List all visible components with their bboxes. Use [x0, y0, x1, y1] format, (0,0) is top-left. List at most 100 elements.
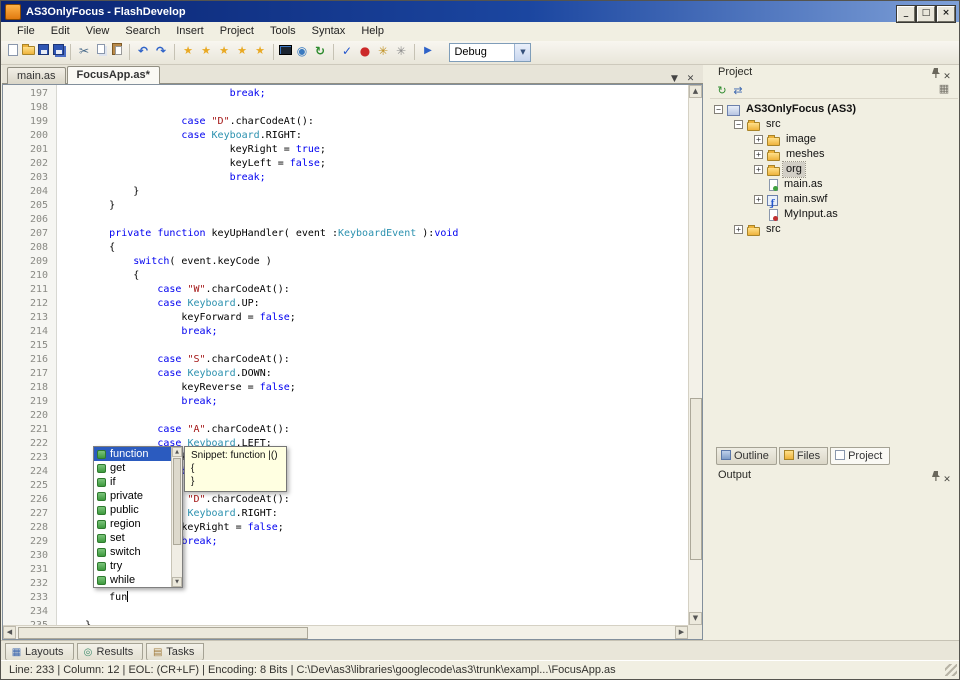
code-line[interactable]: keyRight = true;: [61, 143, 688, 157]
gutter-line-number[interactable]: 227: [3, 507, 56, 521]
sync-project-icon[interactable]: ⇄: [730, 83, 746, 99]
redo-icon[interactable]: ↷: [153, 43, 169, 59]
code-line[interactable]: case Keyboard.RIGHT:: [61, 129, 688, 143]
completion-item-function[interactable]: function: [94, 447, 171, 461]
gutter-line-number[interactable]: 207: [3, 227, 56, 241]
gutter-line-number[interactable]: 231: [3, 563, 56, 577]
code-line[interactable]: case Keyboard.DOWN:: [61, 367, 688, 381]
tree-item-meshes[interactable]: +meshes: [710, 147, 958, 162]
dock-tab-results[interactable]: ◎Results: [77, 643, 144, 661]
code-line[interactable]: private function keyUpHandler( event :Ke…: [61, 227, 688, 241]
gutter-line-number[interactable]: 211: [3, 283, 56, 297]
run-project-icon[interactable]: ▶: [420, 43, 436, 59]
save-file-icon[interactable]: [38, 44, 49, 55]
gutter-line-number[interactable]: 216: [3, 353, 56, 367]
completion-item-while[interactable]: while: [94, 573, 171, 587]
tree-item-myinput-as[interactable]: MyInput.as: [710, 207, 958, 222]
next-bookmark-icon[interactable]: ★: [216, 43, 232, 59]
check-syntax-icon[interactable]: ✓: [339, 43, 355, 59]
code-line[interactable]: break;: [61, 87, 688, 101]
code-line[interactable]: break;: [61, 171, 688, 185]
gutter-line-number[interactable]: 197: [3, 87, 56, 101]
vertical-scroll-thumb[interactable]: [690, 398, 702, 560]
undo-icon[interactable]: ↶: [135, 43, 151, 59]
dock-tab-layouts[interactable]: ▦Layouts: [5, 643, 74, 661]
clear-bookmarks-icon[interactable]: ★: [234, 43, 250, 59]
menu-tools[interactable]: Tools: [262, 22, 304, 41]
kill-process-icon[interactable]: ●: [357, 43, 373, 59]
menu-view[interactable]: View: [78, 22, 118, 41]
completion-item-public[interactable]: public: [94, 503, 171, 517]
completion-item-private[interactable]: private: [94, 489, 171, 503]
project-settings-icon[interactable]: ▦: [936, 81, 952, 97]
tree-item-src[interactable]: −src: [710, 117, 958, 132]
expander-minus-icon[interactable]: −: [714, 105, 723, 114]
gutter-line-number[interactable]: 221: [3, 423, 56, 437]
gutter-line-number[interactable]: 209: [3, 255, 56, 269]
completion-item-if[interactable]: if: [94, 475, 171, 489]
scroll-left-icon[interactable]: ◀: [3, 626, 16, 639]
tree-item-as3onlyfocus-as3[interactable]: −AS3OnlyFocus (AS3): [710, 102, 958, 117]
gutter-line-number[interactable]: 225: [3, 479, 56, 493]
completion-item-region[interactable]: region: [94, 517, 171, 531]
code-line[interactable]: [61, 605, 688, 619]
completion-scrollbar[interactable]: ▲ ▼: [171, 447, 182, 587]
completion-item-switch[interactable]: switch: [94, 545, 171, 559]
code-line[interactable]: [61, 213, 688, 227]
toggle-bookmark-icon[interactable]: ★: [180, 43, 196, 59]
scroll-up-icon[interactable]: ▲: [172, 447, 182, 457]
code-line[interactable]: {: [61, 241, 688, 255]
menu-project[interactable]: Project: [212, 22, 262, 41]
completion-item-set[interactable]: set: [94, 531, 171, 545]
dock-tab-tasks[interactable]: ▤Tasks: [146, 643, 204, 661]
title-bar[interactable]: AS3OnlyFocus - FlashDevelop _□×: [1, 1, 959, 22]
expander-plus-icon[interactable]: +: [754, 135, 763, 144]
gutter-line-number[interactable]: 220: [3, 409, 56, 423]
code-line[interactable]: [61, 101, 688, 115]
tree-item-src[interactable]: +src: [710, 222, 958, 237]
expander-plus-icon[interactable]: +: [754, 195, 763, 204]
menu-syntax[interactable]: Syntax: [304, 22, 354, 41]
settings-icon[interactable]: ✳: [393, 43, 409, 59]
gutter-line-number[interactable]: 213: [3, 311, 56, 325]
tree-item-main-swf[interactable]: +main.swf: [710, 192, 958, 207]
panel-splitter[interactable]: [703, 64, 710, 640]
tree-item-main-as[interactable]: main.as: [710, 177, 958, 192]
gutter-line-number[interactable]: 229: [3, 535, 56, 549]
scroll-down-icon[interactable]: ▼: [172, 577, 182, 587]
minimize-button[interactable]: _: [897, 6, 915, 22]
resize-grip-icon[interactable]: [945, 664, 957, 676]
gutter-line-number[interactable]: 206: [3, 213, 56, 227]
tree-item-org[interactable]: +org: [710, 162, 958, 177]
editor-vertical-scrollbar[interactable]: ▲ ▼: [688, 85, 702, 625]
gutter-line-number[interactable]: 226: [3, 493, 56, 507]
gutter-line-number[interactable]: 214: [3, 325, 56, 339]
gutter-line-number[interactable]: 217: [3, 367, 56, 381]
gutter-line-number[interactable]: 199: [3, 115, 56, 129]
code-line[interactable]: {: [61, 269, 688, 283]
expander-plus-icon[interactable]: +: [734, 225, 743, 234]
chevron-down-icon[interactable]: ▼: [514, 44, 530, 61]
gutter-line-number[interactable]: 232: [3, 577, 56, 591]
gutter-line-number[interactable]: 208: [3, 241, 56, 255]
paste-icon[interactable]: [112, 43, 122, 55]
completion-item-try[interactable]: try: [94, 559, 171, 573]
gutter-line-number[interactable]: 222: [3, 437, 56, 451]
gutter-line-number[interactable]: 218: [3, 381, 56, 395]
gutter-line-number[interactable]: 219: [3, 395, 56, 409]
tab-focusapp-as[interactable]: FocusApp.as*: [67, 66, 160, 85]
completion-scroll-thumb[interactable]: [173, 458, 181, 545]
build-project-icon[interactable]: [279, 45, 292, 55]
code-line[interactable]: case "D".charCodeAt():: [61, 115, 688, 129]
completion-item-get[interactable]: get: [94, 461, 171, 475]
maximize-button[interactable]: □: [917, 6, 935, 22]
expander-plus-icon[interactable]: +: [754, 150, 763, 159]
scroll-down-icon[interactable]: ▼: [689, 612, 702, 625]
gutter-line-number[interactable]: 205: [3, 199, 56, 213]
code-line[interactable]: keyLeft = false;: [61, 157, 688, 171]
tab-main-as[interactable]: main.as: [7, 67, 66, 85]
new-file-icon[interactable]: [8, 44, 18, 56]
code-line[interactable]: keyReverse = false;: [61, 381, 688, 395]
code-line[interactable]: keyForward = false;: [61, 311, 688, 325]
scroll-up-icon[interactable]: ▲: [689, 85, 702, 98]
